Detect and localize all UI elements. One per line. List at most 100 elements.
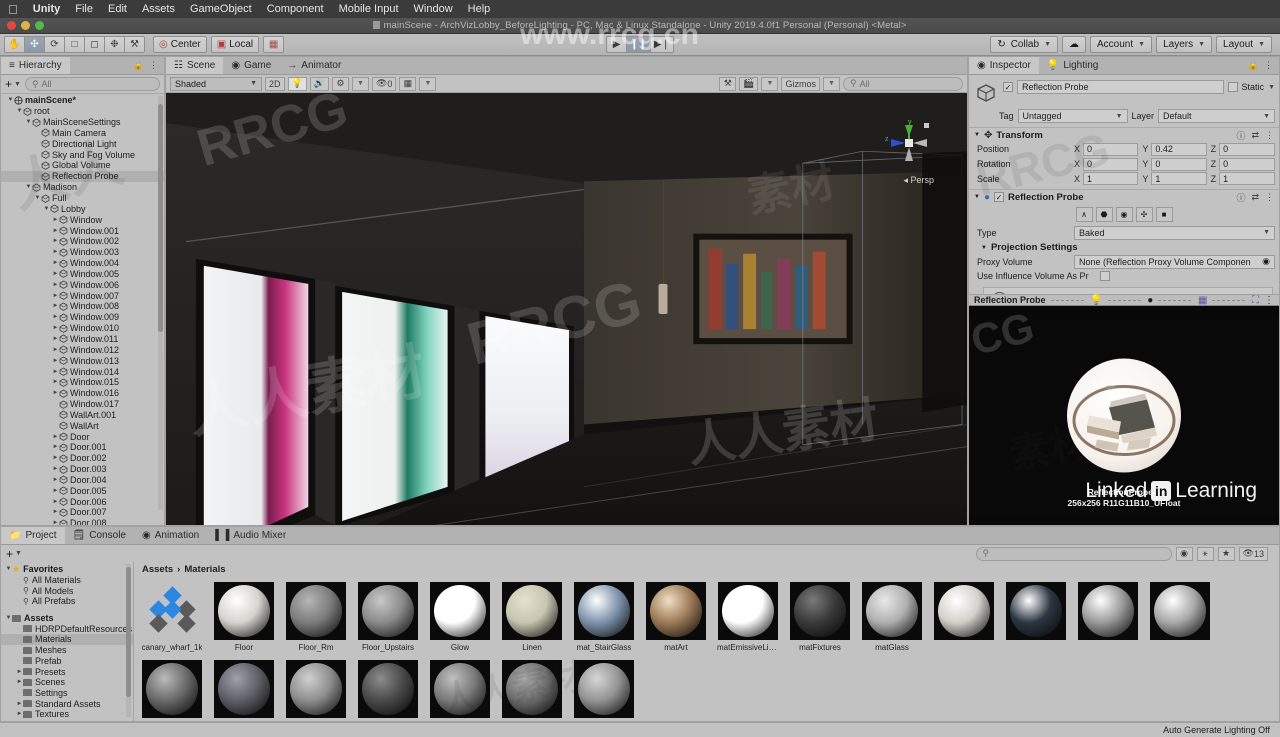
project-tree-item-hdrpdefaultresources[interactable]: · HDRPDefaultResources [1, 623, 133, 634]
kebab-menu-icon[interactable]: ⋮ [1264, 295, 1274, 306]
help-icon[interactable]: ⓘ [1236, 129, 1245, 142]
chevron-right-icon[interactable]: ► [52, 455, 59, 461]
tab-inspector[interactable]: ◉ Inspector [969, 57, 1039, 74]
rotation-z-input[interactable]: 0 [1219, 157, 1275, 171]
chevron-right-icon[interactable]: ► [52, 217, 59, 223]
hierarchy-item-door-008[interactable]: ► Door.008 [1, 518, 164, 525]
hierarchy-item-window-014[interactable]: ► Window.014 [1, 366, 164, 377]
scene-fx-dropdown[interactable]: ▼ [351, 76, 369, 91]
hierarchy-item-full[interactable]: ▼ Full [1, 193, 164, 204]
chevron-right-icon[interactable]: ► [16, 669, 23, 675]
hierarchy-item-reflection-probe[interactable]: · Reflection Probe [1, 170, 164, 182]
menu-item-file[interactable]: File [75, 3, 93, 15]
custom-tool-button[interactable]: ⚒ [124, 36, 145, 53]
project-tree-item-prefab[interactable]: · Prefab [1, 656, 133, 667]
asset-item[interactable] [1006, 582, 1066, 652]
scene-tools-button[interactable]: ⚒ [719, 76, 737, 91]
chevron-down-icon[interactable]: ▼ [43, 206, 50, 212]
project-tree-item-materials[interactable]: · Materials [1, 634, 133, 645]
chevron-down-icon[interactable]: ▼ [25, 119, 32, 125]
rotate-tool-button[interactable]: ⟳ [44, 36, 65, 53]
project-tree-item-favorites[interactable]: ▼ ★ Favorites [1, 564, 133, 575]
hierarchy-item-door-003[interactable]: ► Door.003 [1, 464, 164, 475]
chevron-down-icon[interactable]: ▼ [974, 194, 980, 200]
collab-button[interactable]: ↻ Collab ▼ [990, 36, 1058, 53]
lock-icon[interactable]: 🔒 [133, 60, 144, 71]
kebab-menu-icon[interactable]: ⋮ [1264, 60, 1273, 71]
asset-item[interactable]: mat_StairGlass [574, 582, 634, 652]
project-tree-item-meshes[interactable]: · Meshes [1, 645, 133, 656]
sphere-icon[interactable]: ◉ [1115, 207, 1133, 223]
hierarchy-item-madison[interactable]: ▼ Madison [1, 182, 164, 193]
tab-audio-mixer[interactable]: ▌▐ Audio Mixer [207, 527, 295, 544]
hierarchy-item-door-004[interactable]: ► Door.004 [1, 475, 164, 486]
chevron-right-icon[interactable]: ► [52, 303, 59, 309]
hierarchy-item-window-015[interactable]: ► Window.015 [1, 377, 164, 388]
pivot-rotation-button[interactable]: ▣ Local [210, 36, 260, 53]
asset-grid[interactable]: canary_wharf_1k Floor Floor_Rm Floor_Upstai… [134, 576, 1279, 721]
hierarchy-item-window-002[interactable]: ► Window.002 [1, 236, 164, 247]
preset-icon[interactable]: ⇄ [1251, 130, 1259, 141]
hidden-objects-button[interactable]: 👁 0 [371, 76, 397, 91]
hierarchy-item-wallart[interactable]: · WallArt [1, 420, 164, 431]
hierarchy-search-input[interactable]: ⚲ All [24, 77, 160, 91]
cloud-button[interactable]: ☁ [1062, 36, 1086, 53]
account-button[interactable]: Account ▼ [1090, 36, 1153, 53]
hand-tool-button[interactable]: ✋ [4, 36, 25, 53]
project-folder-tree[interactable]: ▼★Favorites·⚲All Materials·⚲All Models·⚲… [1, 562, 134, 721]
asset-item[interactable]: Floor_Upstairs [358, 582, 418, 652]
asset-item[interactable]: matFixtures [790, 582, 850, 652]
rotation-x-input[interactable]: 0 [1083, 157, 1139, 171]
scale-y-input[interactable]: 1 [1151, 172, 1207, 186]
transform-tool-button[interactable]: ❉ [104, 36, 125, 53]
play-button[interactable]: ▶ [606, 36, 628, 53]
static-checkbox[interactable] [1227, 82, 1238, 92]
tab-hierarchy[interactable]: ≡ Hierarchy [1, 57, 70, 74]
hierarchy-item-main-camera[interactable]: · Main Camera [1, 128, 164, 139]
chevron-down-icon[interactable]: ▼ [5, 566, 12, 572]
tab-project[interactable]: 📁 Project [1, 527, 65, 544]
chevron-down-icon[interactable]: ▼ [5, 615, 12, 621]
kebab-menu-icon[interactable]: ⋮ [149, 60, 158, 71]
hierarchy-item-window-007[interactable]: ► Window.007 [1, 290, 164, 301]
rotation-y-input[interactable]: 0 [1151, 157, 1207, 171]
project-tree-item-all-materials[interactable]: ·⚲All Materials [1, 575, 133, 586]
chevron-right-icon[interactable]: ► [52, 325, 59, 331]
hierarchy-item-door-005[interactable]: ► Door.005 [1, 485, 164, 496]
grid-snap-button[interactable]: ▦ [263, 36, 285, 53]
asset-item[interactable]: matEmissiveLigh... [717, 582, 779, 652]
asset-item[interactable] [358, 660, 418, 721]
step-button[interactable]: ▶❘ [649, 36, 674, 53]
layout-button[interactable]: Layout ▼ [1216, 36, 1272, 53]
chevron-down-icon[interactable]: ▼ [7, 97, 14, 103]
preview-light-icon[interactable]: 💡 [1090, 295, 1102, 306]
scene-grid-button[interactable]: ▦ [399, 76, 417, 91]
reflection-probe-preview[interactable]: ReflectionProbe-0 256x256 R11G11B10_UFlo… [969, 306, 1279, 525]
tag-dropdown[interactable]: Untagged ▼ [1017, 109, 1128, 123]
chevron-right-icon[interactable]: ► [52, 314, 59, 320]
move-tool-button[interactable]: ✣ [24, 36, 45, 53]
static-dropdown-icon[interactable]: ▼ [1268, 84, 1275, 91]
chevron-right-icon[interactable]: ► [52, 477, 59, 483]
kebab-menu-icon[interactable]: ⋮ [1265, 192, 1274, 203]
asset-item[interactable] [502, 660, 562, 721]
hierarchy-item-wallart-001[interactable]: · WallArt.001 [1, 409, 164, 420]
object-enabled-checkbox[interactable]: ✓ [1003, 82, 1013, 92]
lock-icon[interactable]: 🔒 [1248, 60, 1259, 71]
project-tree-item-scenes[interactable]: ► Scenes [1, 677, 133, 688]
hierarchy-tree[interactable]: ▼mainScene*▼root▼MainSceneSettings·Main … [1, 94, 164, 525]
project-tree-item-assets[interactable]: ▼ Assets [1, 613, 133, 624]
move-icon[interactable]: ✣ [1135, 207, 1153, 223]
projection-settings-section[interactable]: ▼ Projection Settings [969, 240, 1279, 254]
chevron-right-icon[interactable]: ► [52, 434, 59, 440]
hierarchy-item-window-006[interactable]: ► Window.006 [1, 279, 164, 290]
project-tree-item-all-prefabs[interactable]: ·⚲All Prefabs [1, 596, 133, 607]
menu-item-mobile-input[interactable]: Mobile Input [339, 3, 399, 15]
preset-icon[interactable]: ⇄ [1251, 192, 1259, 203]
project-tree-item-standard-assets[interactable]: ► Standard Assets [1, 698, 133, 709]
hierarchy-item-window-011[interactable]: ► Window.011 [1, 334, 164, 345]
asset-item[interactable]: Floor_Rm [286, 582, 346, 652]
asset-item[interactable] [286, 660, 346, 721]
proxy-volume-field[interactable]: None (Reflection Proxy Volume Componen ◉ [1074, 254, 1275, 269]
asset-item[interactable] [142, 660, 202, 721]
